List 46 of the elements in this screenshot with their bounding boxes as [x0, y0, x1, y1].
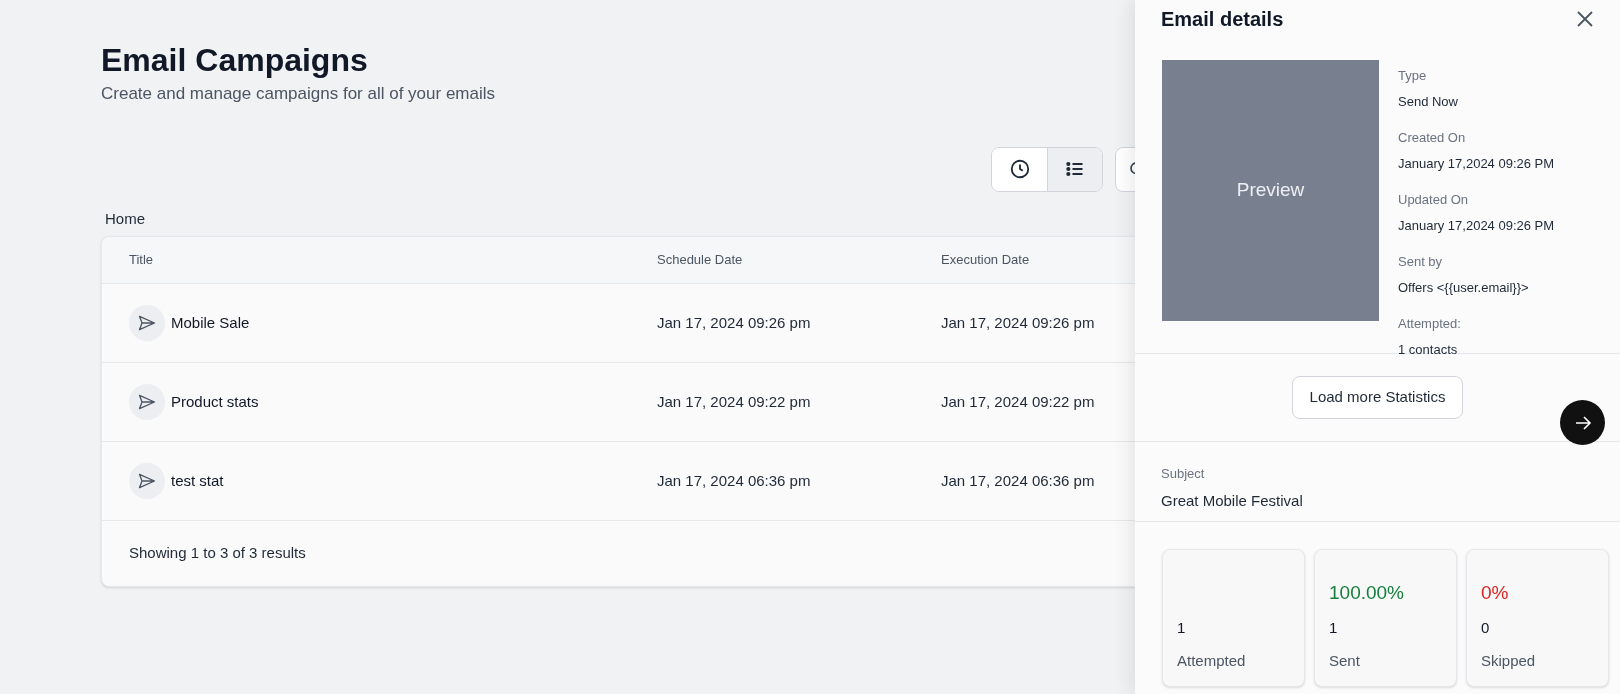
field-label: Created On [1398, 129, 1466, 147]
stat-percent: 0% [1481, 580, 1509, 605]
table-cell: Jan 17, 2024 09:26 pm [941, 314, 1095, 331]
table-cell: Jan 17, 2024 09:22 pm [657, 393, 811, 410]
table-cell: Jan 17, 2024 06:36 pm [941, 472, 1095, 489]
table-cell: Jan 17, 2024 06:36 pm [657, 472, 811, 489]
page-subtitle: Create and manage campaigns for all of your emails [101, 83, 497, 105]
stat-percent: 100.00% [1329, 580, 1404, 605]
field-label: Sent by [1398, 253, 1443, 271]
send-icon [129, 305, 165, 341]
table-cell: Jan 17, 2024 09:22 pm [941, 393, 1095, 410]
column-header: Schedule Date [657, 252, 743, 268]
field-value: 1 contacts [1398, 340, 1458, 359]
clock-icon [1008, 158, 1031, 180]
view-toggle-button[interactable] [1047, 147, 1102, 191]
campaign-title[interactable]: Mobile Sale [171, 311, 250, 335]
field-value: January 17,2024 09:26 PM [1398, 154, 1555, 173]
page-title: Email Campaigns [101, 41, 369, 80]
stat-label: Skipped [1481, 650, 1536, 671]
stat-count: 1 [1329, 618, 1338, 638]
results-summary: Showing 1 to 3 of 3 results [129, 543, 306, 564]
subject-label: Subject [1161, 465, 1205, 483]
field-label: Updated On [1398, 191, 1469, 209]
stat-count: 0 [1481, 618, 1490, 638]
stat-label: Attempted [1177, 650, 1246, 671]
panel-title: Email details [1161, 7, 1284, 32]
stat-label: Sent [1329, 650, 1360, 671]
arrow-right-icon [1573, 413, 1592, 432]
load-more-button[interactable]: Load more Statistics [1291, 376, 1464, 419]
stat-count: 1 [1177, 618, 1186, 638]
subject-value: Great Mobile Festival [1161, 490, 1303, 511]
table-cell: Jan 17, 2024 09:26 pm [657, 314, 811, 331]
list-icon [1065, 159, 1085, 179]
campaign-title[interactable]: test stat [171, 469, 224, 493]
field-label: Attempted: [1398, 315, 1461, 333]
send-icon [129, 384, 165, 420]
field-value: Offers <{{user.email}}> [1398, 278, 1529, 297]
field-label: Type [1398, 67, 1427, 85]
campaign-title[interactable]: Product stats [171, 390, 259, 414]
breadcrumb[interactable]: Home [105, 207, 145, 230]
close-icon [1576, 10, 1594, 28]
column-header: Execution Date [941, 252, 1030, 268]
column-header: Title [129, 252, 154, 268]
field-value: January 17,2024 09:26 PM [1398, 216, 1555, 235]
send-icon [129, 463, 165, 499]
field-value: Send Now [1398, 92, 1458, 111]
